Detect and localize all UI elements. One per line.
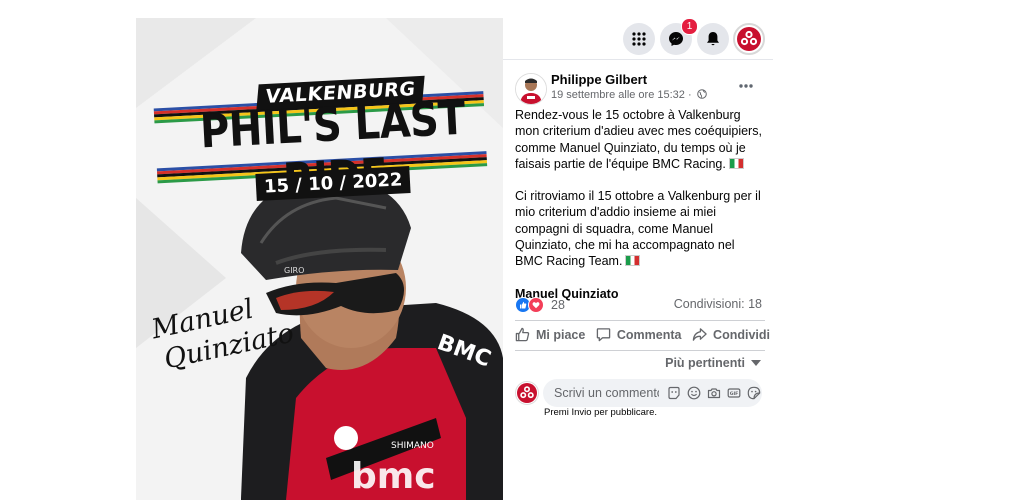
divider	[503, 59, 773, 60]
avatar	[737, 27, 761, 51]
post-paragraph: Ci ritroviamo il 15 ottobre a Valkenburg…	[515, 188, 765, 269]
sort-label: Più pertinenti	[665, 356, 745, 370]
author-photo	[516, 74, 546, 104]
messenger-icon	[669, 32, 683, 46]
more-icon	[739, 84, 753, 88]
emoji-button[interactable]	[686, 385, 701, 401]
author-avatar[interactable]	[515, 73, 547, 105]
comment-icon	[596, 328, 611, 342]
post-actions: Mi piace Commenta Condividi	[515, 327, 770, 342]
comment-hint: Premi Invio per pubblicare.	[544, 407, 657, 418]
divider	[515, 320, 765, 321]
menu-button[interactable]	[623, 23, 655, 55]
gif-icon: GIF	[727, 388, 741, 398]
avatar-sticker-icon	[667, 386, 680, 400]
shares-count[interactable]: Condivisioni: 18	[674, 297, 762, 311]
post-timestamp[interactable]: 19 settembre alle ore 15:32 ·	[551, 89, 707, 101]
comment-sort-dropdown[interactable]: Più pertinenti	[665, 356, 761, 370]
notification-badge: 1	[681, 18, 698, 35]
reaction-count: 28	[551, 298, 565, 312]
avatar-sticker-button[interactable]	[666, 385, 681, 401]
svg-text:GIF: GIF	[730, 391, 739, 397]
commenter-avatar[interactable]	[515, 381, 539, 405]
post-photo[interactable]: BMC bmc GIRO SHIMANO VALKENBURG PHIL'S L…	[136, 18, 503, 500]
notifications-button[interactable]	[697, 23, 729, 55]
caret-down-icon	[751, 360, 761, 366]
sticker-button[interactable]	[747, 385, 762, 401]
post-text-fr: Rendez-vous le 15 octobre à Valkenburg m…	[515, 108, 762, 171]
share-button[interactable]: Condividi	[692, 327, 770, 342]
photo-button[interactable]	[706, 385, 721, 401]
messenger-button[interactable]: 1	[660, 18, 698, 55]
bell-icon	[707, 32, 719, 46]
thumbs-up-icon	[515, 327, 530, 342]
grid-icon	[632, 32, 646, 46]
camera-icon	[707, 388, 721, 399]
share-icon	[692, 328, 707, 341]
post-body: Rendez-vous le 15 octobre à Valkenburg m…	[515, 107, 765, 318]
gif-button[interactable]: GIF	[727, 385, 742, 401]
comment-input[interactable]	[552, 385, 661, 401]
divider	[515, 350, 765, 351]
share-label: Condividi	[713, 327, 770, 342]
svg-text:SHIMANO: SHIMANO	[391, 441, 434, 451]
comment-button[interactable]: Commenta	[596, 327, 682, 342]
svg-text:bmc: bmc	[351, 456, 436, 497]
like-button[interactable]: Mi piace	[515, 327, 585, 342]
italy-flag-icon	[728, 157, 744, 169]
comment-label: Commenta	[616, 327, 682, 342]
timestamp-text: 19 settembre alle ore 15:32 ·	[551, 89, 692, 101]
avatar	[517, 383, 537, 403]
like-label: Mi piace	[536, 327, 586, 342]
italy-flag-icon	[625, 255, 641, 267]
profile-button[interactable]	[733, 23, 765, 55]
author-name[interactable]: Philippe Gilbert	[551, 72, 647, 87]
sticker-icon	[748, 386, 761, 400]
globe-icon	[696, 89, 707, 99]
comment-composer: GIF	[543, 379, 762, 407]
svg-text:GIRO: GIRO	[284, 266, 304, 275]
reactions-summary[interactable]: 28	[515, 297, 565, 313]
love-reaction-icon	[528, 297, 544, 313]
post-paragraph: Rendez-vous le 15 octobre à Valkenburg m…	[515, 107, 765, 172]
smiley-icon	[687, 386, 701, 400]
more-options-button[interactable]	[739, 75, 753, 93]
